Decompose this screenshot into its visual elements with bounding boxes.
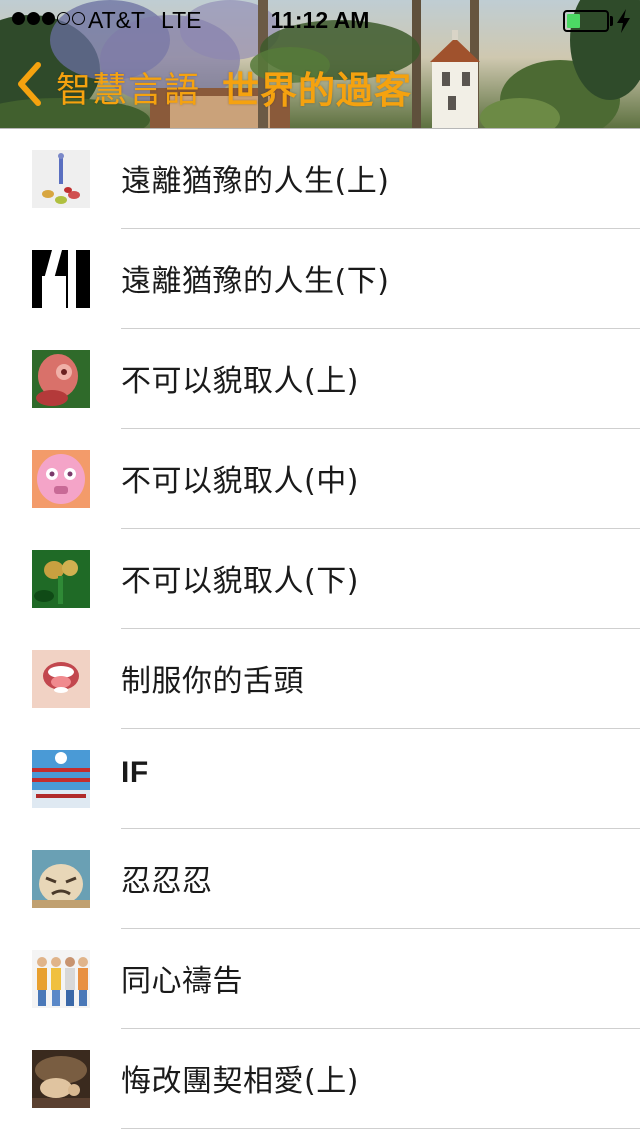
navigation-header: AT&T LTE 11:12 AM 智慧言語 世界的過客 [0, 0, 640, 128]
list-item-title: 制服你的舌頭 [121, 664, 304, 699]
battery-level [567, 14, 580, 28]
snowy-trees-thumbnail [32, 750, 90, 808]
article-list: 遠離猶豫的人生(上) 遠離猶豫的人生(下) 不可以貌取人(上) 不可以貌取人(中… [0, 129, 640, 1129]
list-item-title: 忍忍忍 [121, 864, 213, 899]
list-item-title: 不可以貌取人(下) [121, 564, 359, 599]
list-item-title: 不可以貌取人(上) [121, 364, 359, 399]
open-mouth-thumbnail [32, 650, 90, 708]
bolt-icon [617, 9, 630, 33]
red-figure-thumbnail [32, 350, 90, 408]
list-item-title: 遠離猶豫的人生(下) [121, 264, 390, 299]
kneeling-figure-thumbnail [32, 1050, 90, 1108]
list-item[interactable]: 制服你的舌頭 [0, 629, 640, 729]
chevron-left-icon[interactable] [14, 60, 44, 108]
list-item[interactable]: 不可以貌取人(中) [0, 429, 640, 529]
page-title: 世界的過客 [222, 69, 412, 112]
list-item[interactable]: 同心禱告 [0, 929, 640, 1029]
status-time: 11:12 AM [270, 7, 370, 33]
list-item[interactable]: IF [0, 729, 640, 829]
angry-face-thumbnail [32, 850, 90, 908]
pink-mask-thumbnail [32, 450, 90, 508]
figure-and-blocks-thumbnail [32, 150, 90, 208]
list-item-title: IF [121, 756, 149, 789]
black-white-graphic-thumbnail [32, 250, 90, 308]
list-item[interactable]: 悔改團契相愛(上) [0, 1029, 640, 1129]
list-item[interactable]: 不可以貌取人(下) [0, 529, 640, 629]
status-bar: AT&T LTE 11:12 AM [0, 0, 640, 40]
list-item[interactable]: 遠離猶豫的人生(上) [0, 129, 640, 229]
battery-cap [610, 16, 613, 26]
people-group-thumbnail [32, 950, 90, 1008]
battery-icon [563, 10, 609, 32]
list-item-title: 悔改團契相愛(上) [121, 1064, 359, 1099]
list-item-title: 同心禱告 [121, 964, 243, 999]
list-item[interactable]: 遠離猶豫的人生(下) [0, 229, 640, 329]
green-fruit-thumbnail [32, 550, 90, 608]
list-item-title: 遠離猶豫的人生(上) [121, 164, 390, 199]
list-item[interactable]: 不可以貌取人(上) [0, 329, 640, 429]
row-divider [121, 1128, 640, 1129]
list-item-title: 不可以貌取人(中) [121, 464, 359, 499]
back-button[interactable]: 智慧言語 [56, 62, 200, 113]
list-item[interactable]: 忍忍忍 [0, 829, 640, 929]
